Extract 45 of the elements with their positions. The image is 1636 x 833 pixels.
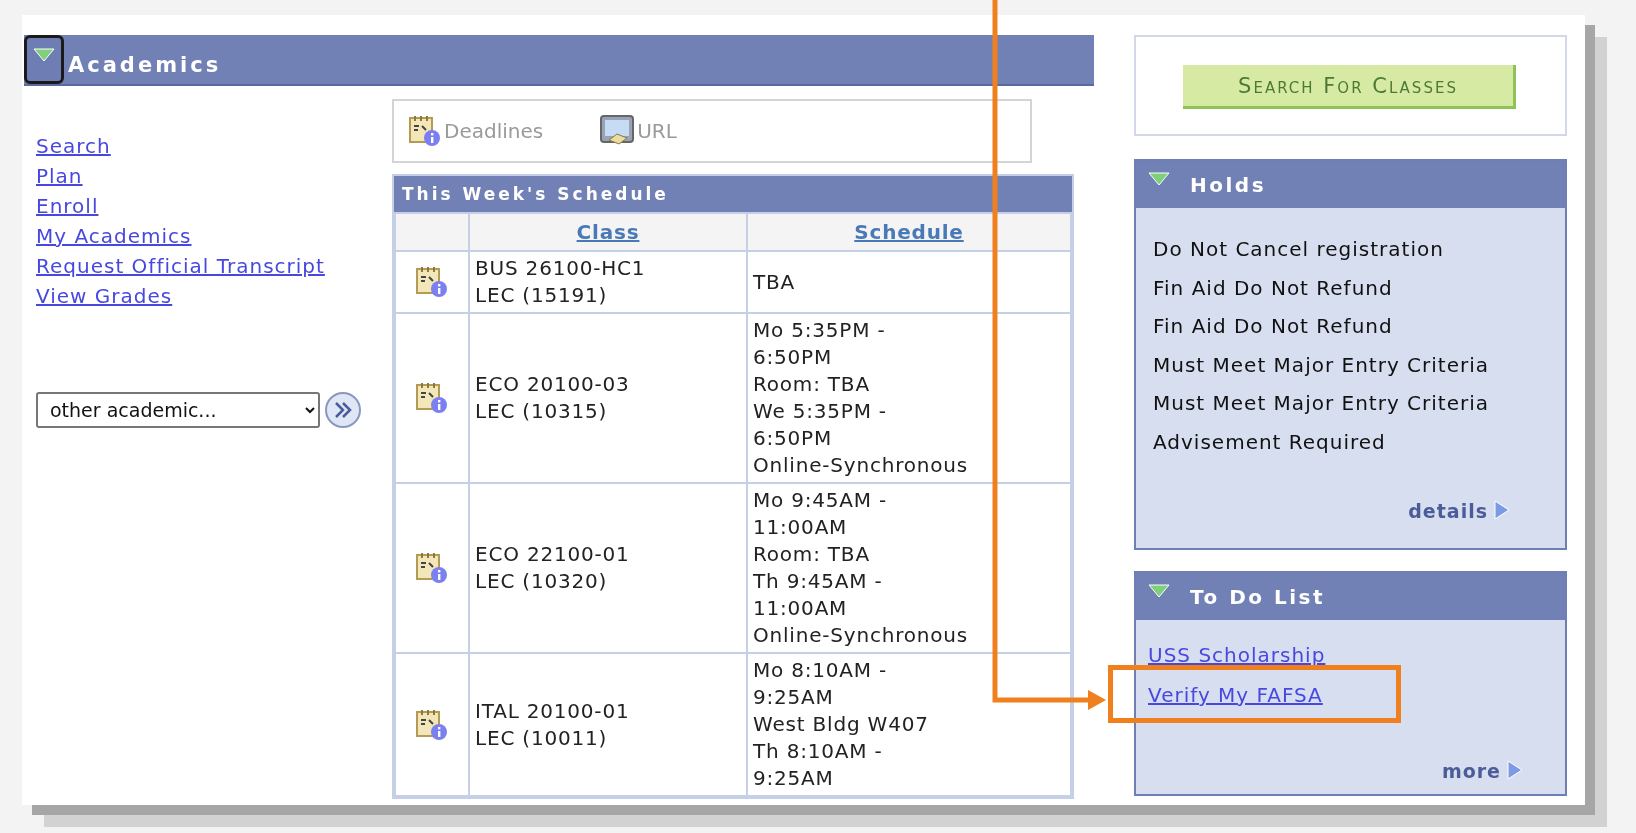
table-cell: Mo 5:35PM - 6:50PM Room: TBA We 5:35PM - 6:50PM Online-Synchronous (747, 313, 1071, 483)
nav-link[interactable]: View Grades (36, 281, 173, 311)
collapse-icon[interactable] (1148, 171, 1170, 186)
section-title: Academics (68, 52, 222, 77)
nav-link[interactable]: Plan (36, 161, 83, 191)
collapse-icon[interactable] (1148, 583, 1170, 598)
hold-item: Must Meet Major Entry Criteria (1153, 351, 1490, 379)
column-header[interactable]: Class (576, 219, 640, 244)
more-link[interactable]: more (1441, 760, 1501, 782)
nav-link[interactable]: Enroll (36, 191, 99, 221)
monitor-icon[interactable] (599, 114, 636, 148)
toolbar-link[interactable]: URL (637, 119, 677, 143)
play-arrow-icon[interactable] (1507, 760, 1523, 780)
calendar-info-icon[interactable] (415, 265, 449, 299)
table-cell: TBA (747, 251, 1071, 313)
panel-title: To Do List (1190, 584, 1326, 609)
search-classes-button[interactable]: Search For Classes (1183, 65, 1516, 109)
todo-link[interactable]: Verify My FAFSA (1148, 683, 1323, 707)
nav-link[interactable]: Search (36, 131, 111, 161)
collapse-icon[interactable] (33, 48, 55, 62)
table-cell: ECO 20100-03 LEC (10315) (469, 313, 747, 483)
calendar-info-icon[interactable] (408, 114, 442, 148)
hold-item: Fin Aid Do Not Refund (1153, 313, 1394, 340)
panel-title: Holds (1190, 172, 1267, 197)
table-cell: ECO 22100-01 LEC (10320) (469, 483, 747, 653)
table-cell: Mo 9:45AM - 11:00AM Room: TBA Th 9:45AM - 11:00AM Online-Synchronous (747, 483, 1071, 653)
details-link[interactable]: details (1408, 500, 1488, 522)
table-title: This Week's Schedule (402, 184, 669, 204)
table-cell: ITAL 20100-01 LEC (10011) (469, 653, 747, 796)
table-cell: BUS 26100-HC1 LEC (15191) (469, 251, 747, 313)
todo-link[interactable]: USS Scholarship (1148, 643, 1326, 667)
calendar-info-icon[interactable] (415, 707, 449, 742)
nav-link[interactable]: My Academics (36, 221, 192, 251)
play-arrow-icon[interactable] (1494, 500, 1510, 520)
nav-link[interactable]: Request Official Transcript (36, 251, 325, 281)
table-cell: Mo 8:10AM - 9:25AM West Bldg W407 Th 8:10AM - 9:25AM (747, 653, 1071, 796)
hold-item: Fin Aid Do Not Refund (1153, 274, 1394, 302)
hold-item: Advisement Required (1153, 428, 1387, 456)
toolbar-link[interactable]: Deadlines (444, 119, 544, 143)
calendar-info-icon[interactable] (415, 551, 449, 585)
hold-item: Do Not Cancel registration (1153, 236, 1445, 263)
hold-item: Must Meet Major Entry Criteria (1153, 390, 1490, 417)
go-icon[interactable] (324, 391, 362, 429)
dropdown[interactable]: other academic... (36, 392, 320, 428)
calendar-info-icon[interactable] (415, 381, 449, 415)
